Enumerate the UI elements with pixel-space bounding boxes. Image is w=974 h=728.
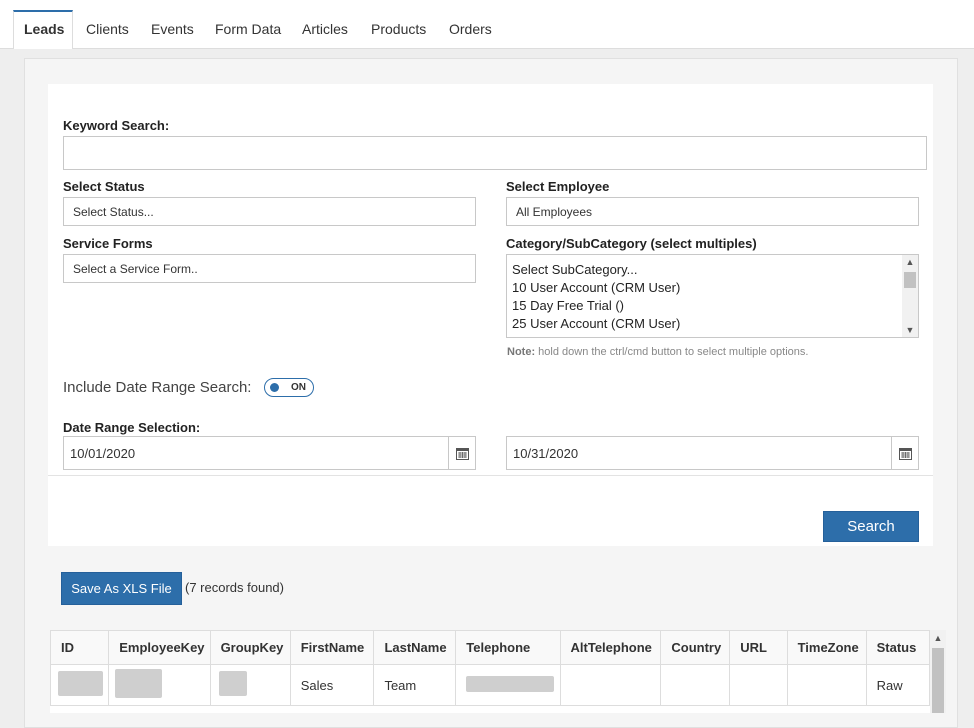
category-option[interactable]: Select SubCategory... — [507, 261, 918, 279]
toggle-state-text: ON — [291, 382, 306, 393]
col-id[interactable]: ID — [50, 630, 110, 665]
cell-firstname: Sales — [289, 664, 375, 706]
col-employeekey[interactable]: EmployeeKey — [108, 630, 211, 665]
category-option[interactable]: 25 User Account (CRM User) — [507, 315, 918, 333]
form-divider — [48, 475, 933, 476]
col-firstname[interactable]: FirstName — [289, 630, 375, 665]
date-range-toggle-label: Include Date Range Search: — [63, 379, 252, 396]
redacted-value — [466, 675, 555, 692]
search-button[interactable]: Search — [823, 511, 919, 542]
service-form-select[interactable]: Select a Service Form.. — [63, 254, 476, 283]
top-tab-bar: Leads Clients Events Form Data Articles … — [0, 0, 974, 49]
cell-telephone — [455, 664, 561, 706]
category-scrollbar[interactable]: ▲ ▼ — [902, 255, 918, 337]
scroll-up-icon[interactable]: ▲ — [902, 255, 918, 269]
tab-articles[interactable]: Articles — [292, 10, 358, 48]
note-bold: Note: — [507, 346, 536, 358]
scroll-up-icon[interactable]: ▲ — [930, 630, 946, 646]
calendar-icon[interactable] — [891, 437, 918, 469]
tab-leads[interactable]: Leads — [13, 10, 73, 49]
save-xls-button[interactable]: Save As XLS File — [61, 572, 182, 605]
category-option[interactable]: 10 User Account (CRM User) — [507, 279, 918, 297]
col-country[interactable]: Country — [660, 630, 731, 665]
category-option[interactable]: 15 Day Free Trial () — [507, 297, 918, 315]
tab-orders[interactable]: Orders — [439, 10, 502, 48]
note-text: hold down the ctrl/cmd button to select … — [535, 346, 809, 358]
select-status-label: Select Status — [63, 179, 145, 194]
col-lastname[interactable]: LastName — [373, 630, 457, 665]
date-from-input[interactable]: 10/01/2020 — [63, 436, 476, 470]
scroll-thumb[interactable] — [932, 648, 944, 713]
cell-lastname: Team — [373, 664, 457, 706]
service-forms-label: Service Forms — [63, 236, 153, 251]
scroll-thumb[interactable] — [904, 272, 916, 288]
col-status[interactable]: Status — [865, 630, 930, 665]
cell-country — [660, 664, 731, 706]
redacted-value — [218, 671, 247, 696]
records-found-text: (7 records found) — [185, 580, 284, 595]
scroll-down-icon[interactable]: ▼ — [902, 323, 918, 337]
select-employee-label: Select Employee — [506, 179, 610, 194]
keyword-search-input[interactable] — [63, 136, 927, 170]
keyword-search-label: Keyword Search: — [63, 118, 170, 133]
col-groupkey[interactable]: GroupKey — [209, 630, 291, 665]
col-timezone[interactable]: TimeZone — [786, 630, 867, 665]
cell-url — [729, 664, 788, 706]
cell-groupkey — [209, 664, 291, 706]
cell-timezone — [786, 664, 867, 706]
tab-products[interactable]: Products — [361, 10, 436, 48]
date-range-label: Date Range Selection: — [63, 420, 201, 435]
tab-clients[interactable]: Clients — [76, 10, 139, 48]
redacted-value — [115, 669, 163, 698]
leads-table: ID EmployeeKey GroupKey FirstName LastNa… — [50, 630, 930, 713]
employee-select[interactable]: All Employees — [506, 197, 919, 226]
date-to-input[interactable]: 10/31/2020 — [506, 436, 919, 470]
category-multiselect[interactable]: Select SubCategory... 10 User Account (C… — [506, 254, 919, 338]
tab-events[interactable]: Events — [141, 10, 204, 48]
category-label: Category/SubCategory (select multiples) — [506, 236, 757, 251]
date-to-value: 10/31/2020 — [513, 445, 579, 461]
calendar-icon[interactable] — [448, 437, 475, 469]
table-scrollbar[interactable]: ▲ — [930, 630, 946, 713]
redacted-value — [58, 671, 103, 696]
tab-form-data[interactable]: Form Data — [205, 10, 291, 48]
cell-alttelephone — [559, 664, 662, 706]
col-telephone[interactable]: Telephone — [455, 630, 561, 665]
multi-select-note: Note: hold down the ctrl/cmd button to s… — [507, 346, 808, 358]
cell-employeekey — [108, 664, 211, 706]
date-from-value: 10/01/2020 — [70, 445, 136, 461]
cell-id — [50, 664, 110, 706]
col-url[interactable]: URL — [729, 630, 788, 665]
col-alttelephone[interactable]: AltTelephone — [559, 630, 662, 665]
table-header-row: ID EmployeeKey GroupKey FirstName LastNa… — [50, 630, 930, 665]
status-select[interactable]: Select Status... — [63, 197, 476, 226]
table-row[interactable]: Sales Team Raw — [50, 664, 930, 706]
cell-status: Raw — [865, 664, 930, 706]
toggle-knob — [270, 383, 279, 392]
date-range-toggle[interactable]: ON — [264, 378, 314, 397]
